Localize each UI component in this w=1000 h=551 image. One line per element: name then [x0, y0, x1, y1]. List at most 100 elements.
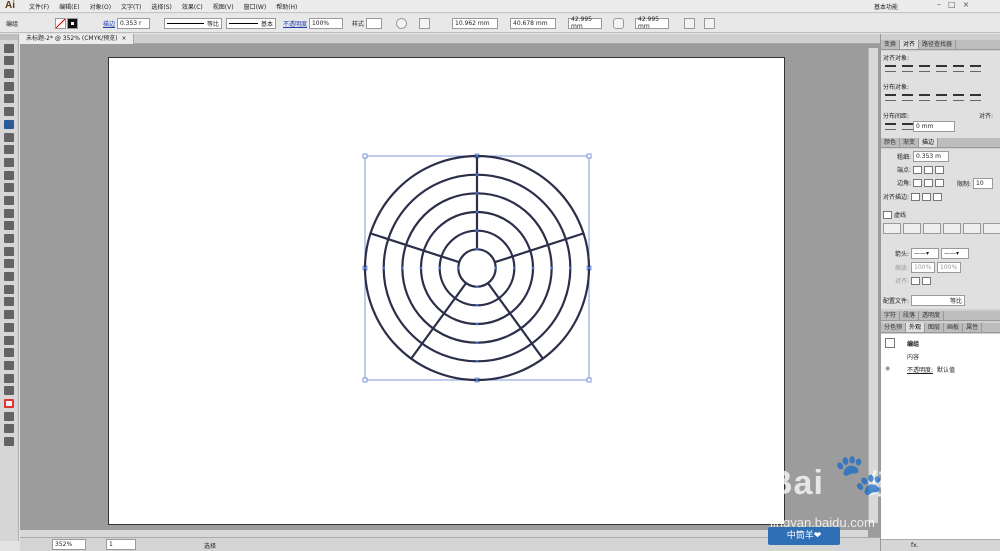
- maximize-button[interactable]: □: [948, 0, 956, 9]
- anchor-point[interactable]: [475, 304, 479, 307]
- polar-grid-ring[interactable]: [457, 248, 497, 288]
- anchor-point[interactable]: [475, 285, 479, 288]
- appearance-contents[interactable]: 内容: [907, 352, 919, 361]
- anchor-point[interactable]: [587, 266, 591, 270]
- anchor-point[interactable]: [382, 266, 385, 270]
- anchor-point[interactable]: [494, 266, 497, 270]
- profile-select[interactable]: 等比: [911, 295, 966, 306]
- screen-mode-icon[interactable]: [4, 437, 14, 446]
- spacing-buttons[interactable]: [885, 123, 913, 130]
- visibility-eye-icon[interactable]: ◉: [885, 365, 890, 372]
- tab-align[interactable]: 对齐: [900, 40, 920, 49]
- draw-mode-icon[interactable]: [4, 424, 14, 434]
- direct-selection-tool-icon[interactable]: [4, 56, 14, 66]
- tab-artboards[interactable]: 画板: [944, 323, 964, 332]
- style-control[interactable]: 样式: [352, 17, 382, 29]
- weight-field[interactable]: 0.353 m: [913, 151, 950, 162]
- rectangle-tool-icon[interactable]: [4, 132, 14, 142]
- stroke-weight[interactable]: 描边 0.353 r: [103, 17, 150, 29]
- bounding-box-handle[interactable]: [362, 153, 368, 159]
- tab-appearance[interactable]: 外观: [906, 323, 926, 332]
- anchor-point[interactable]: [438, 266, 441, 270]
- fx-icon[interactable]: fx.: [911, 542, 919, 549]
- anchor-point[interactable]: [475, 229, 479, 232]
- menu-type[interactable]: 文字(T): [116, 2, 146, 11]
- align-buttons[interactable]: [885, 65, 981, 72]
- tab-paragraph[interactable]: 段落: [900, 311, 920, 320]
- minimize-button[interactable]: –: [937, 0, 941, 9]
- opacity-link[interactable]: 不透明度: [283, 19, 307, 28]
- type-tool-icon[interactable]: [4, 107, 14, 117]
- paintbrush-tool-icon[interactable]: [4, 145, 14, 155]
- anchor-point[interactable]: [419, 266, 423, 270]
- anchor-point[interactable]: [475, 378, 479, 382]
- mesh-tool-icon[interactable]: [4, 272, 14, 282]
- menu-select[interactable]: 选择(S): [146, 2, 177, 11]
- eraser-tool-icon[interactable]: [4, 183, 14, 193]
- spacing-field[interactable]: 0 mm: [913, 121, 955, 132]
- start-arrow-select[interactable]: ——▾: [911, 248, 940, 259]
- selection-tool-icon[interactable]: [4, 43, 14, 53]
- tab-character[interactable]: 字符: [881, 311, 901, 320]
- anchor-point[interactable]: [475, 192, 479, 195]
- y-field[interactable]: 40.678 mm: [510, 17, 556, 29]
- transform-icon[interactable]: [684, 17, 696, 29]
- dash-fields[interactable]: [883, 223, 1000, 234]
- anchor-point[interactable]: [401, 266, 404, 270]
- tab-stroke[interactable]: 描边: [919, 138, 939, 147]
- scale-tool-icon[interactable]: [4, 208, 14, 218]
- anchor-point[interactable]: [475, 210, 479, 214]
- hand-tool-icon[interactable]: [4, 373, 14, 383]
- menu-edit[interactable]: 编辑(E): [54, 2, 84, 11]
- stroke-swatch-icon[interactable]: [67, 17, 78, 29]
- menu-view[interactable]: 视图(V): [208, 2, 239, 11]
- canvas-area[interactable]: [20, 44, 880, 537]
- menu-effect[interactable]: 效果(C): [177, 2, 208, 11]
- distribute-buttons[interactable]: [885, 94, 981, 101]
- polar-grid-tool-icon[interactable]: [4, 119, 14, 129]
- bounding-box-handle[interactable]: [362, 377, 368, 383]
- anchor-point[interactable]: [475, 154, 479, 158]
- zoom-field[interactable]: 352%: [52, 539, 86, 550]
- pen-tool-icon[interactable]: [4, 94, 14, 104]
- page-field[interactable]: 1: [106, 539, 136, 550]
- blob-brush-tool-icon[interactable]: [4, 170, 14, 180]
- anchor-point[interactable]: [475, 341, 479, 344]
- bounding-box-handle[interactable]: [586, 377, 592, 383]
- tab-attributes[interactable]: 属性: [963, 323, 983, 332]
- tab-gradient[interactable]: 渐变: [900, 138, 920, 147]
- shape-builder-tool-icon[interactable]: [4, 246, 14, 256]
- height-field[interactable]: 42.995 mm: [635, 16, 669, 30]
- menu-object[interactable]: 对象(O): [85, 2, 116, 11]
- anchor-point[interactable]: [531, 266, 535, 270]
- artboard-tool-icon[interactable]: [4, 348, 14, 358]
- document-tab[interactable]: 未标题-2* @ 352% (CMYK/预览) ×: [20, 34, 134, 44]
- end-arrow-select[interactable]: ——▾: [941, 248, 970, 259]
- brush-definition[interactable]: 基本: [226, 17, 276, 29]
- anchor-point[interactable]: [475, 173, 479, 176]
- close-tab-button[interactable]: ×: [122, 34, 127, 44]
- appearance-opacity-link[interactable]: 不透明度:: [907, 365, 933, 374]
- close-window-button[interactable]: ×: [963, 0, 970, 9]
- anchor-point[interactable]: [475, 248, 479, 251]
- menu-file[interactable]: 文件(F): [24, 2, 54, 11]
- anchor-point[interactable]: [475, 360, 479, 363]
- color-mode-icon[interactable]: [4, 411, 14, 421]
- tab-color[interactable]: 颜色: [881, 138, 901, 147]
- column-graph-tool-icon[interactable]: [4, 335, 14, 345]
- eyedropper-tool-icon[interactable]: [4, 297, 14, 307]
- style-swatch[interactable]: [365, 17, 382, 29]
- toolbar-grip[interactable]: [0, 34, 18, 40]
- perspective-grid-tool-icon[interactable]: [4, 259, 14, 269]
- magic-wand-tool-icon[interactable]: [4, 69, 14, 79]
- tab-separations[interactable]: 分色预: [881, 323, 907, 332]
- rotate-tool-icon[interactable]: [4, 195, 14, 205]
- width-field[interactable]: 42.995 mm: [568, 16, 602, 30]
- free-transform-tool-icon[interactable]: [4, 234, 14, 243]
- anchor-point[interactable]: [475, 322, 479, 326]
- tab-pathfinder[interactable]: 路径查找器: [919, 40, 957, 49]
- fill-stroke-tool-icon[interactable]: [4, 398, 14, 408]
- tab-transparency[interactable]: 透明度: [919, 311, 945, 320]
- bounding-box-handle[interactable]: [586, 153, 592, 159]
- menu-window[interactable]: 窗口(W): [239, 2, 272, 11]
